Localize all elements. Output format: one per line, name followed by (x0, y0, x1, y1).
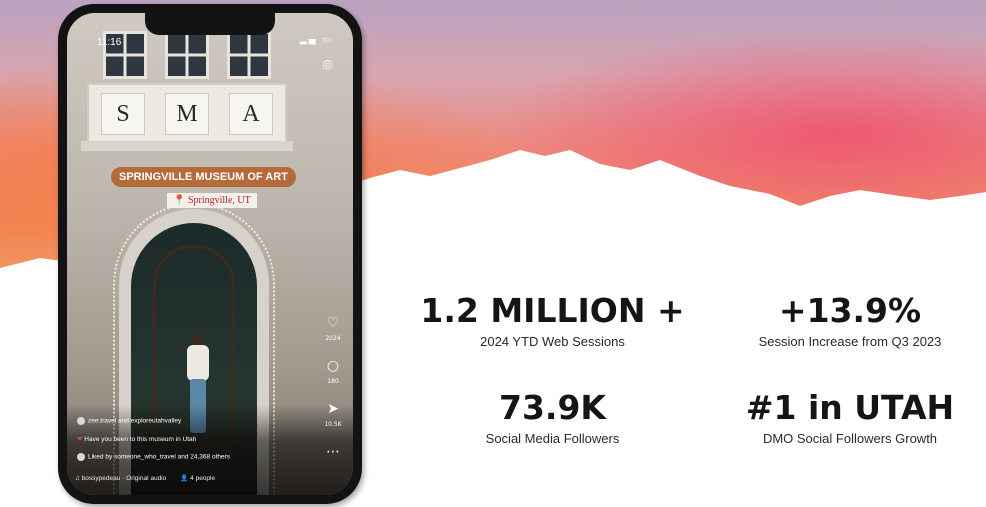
sign-letter: M (165, 93, 209, 135)
museum-sign: S M A (87, 83, 287, 145)
people-tag[interactable]: 👤 4 people (180, 474, 215, 482)
reel-action-icons: ♡ 2024 ○ 180 ➤ 10.5K ⋯ (321, 313, 345, 462)
battery-icon: ▭ (322, 35, 333, 45)
location-text: Springville, UT (187, 195, 251, 206)
stat-value: #1 in UTAH (745, 388, 955, 427)
stat-label: DMO Social Followers Growth (762, 431, 938, 446)
stat-utah-rank: #1 in UTAH DMO Social Followers Growth (725, 389, 975, 447)
stat-value: 1.2 MILLION + (420, 291, 685, 330)
phone-screen: 11:16 ▂▄ ▭ ◎ S M A SPRINGVILLE MUSEUM OF… (67, 13, 353, 495)
building-window (165, 31, 209, 79)
avatar (77, 453, 85, 461)
status-icons: ▂▄ ▭ (300, 35, 333, 45)
caption-comment: ❤ Have you been to this museum in Utah (77, 436, 197, 443)
stat-label: Social Media Followers (485, 431, 620, 446)
stat-web-sessions: 1.2 MILLION + 2024 YTD Web Sessions (400, 292, 705, 350)
more-icon[interactable]: ⋯ (323, 442, 343, 462)
comment-count: 180 (327, 378, 339, 385)
museum-name-tag: SPRINGVILLE MUSEUM OF ART (111, 167, 296, 187)
heart-icon[interactable]: ♡ (323, 313, 343, 333)
phone-notch (145, 13, 275, 35)
location-pin-icon: 📍 (173, 195, 186, 206)
avatar[interactable] (77, 417, 85, 425)
stat-value: +13.9% (778, 291, 922, 330)
stat-value: 73.9K (499, 388, 606, 427)
slide: 11:16 ▂▄ ▭ ◎ S M A SPRINGVILLE MUSEUM OF… (0, 0, 986, 507)
signal-icon: ▂▄ (299, 35, 318, 45)
like-count: 2024 (325, 335, 341, 342)
sign-letter: S (101, 93, 145, 135)
camera-icon[interactable]: ◎ (323, 57, 333, 71)
comment-icon[interactable]: ○ (323, 356, 343, 376)
stat-session-increase: +13.9% Session Increase from Q3 2023 (725, 292, 975, 350)
status-time: 11:16 (97, 37, 122, 48)
share-icon[interactable]: ➤ (323, 399, 343, 419)
share-count: 10.5K (324, 421, 342, 428)
stat-label: Session Increase from Q3 2023 (758, 334, 942, 349)
comment-icon: ❤ (77, 436, 83, 443)
stat-label: 2024 YTD Web Sessions (480, 334, 625, 349)
location-tag: 📍 Springville, UT (167, 193, 257, 208)
caption-liked: Liked by someone_who_travel and 24,368 o… (77, 453, 230, 461)
building-window (227, 31, 271, 79)
phone-mockup: 11:16 ▂▄ ▭ ◎ S M A SPRINGVILLE MUSEUM OF… (58, 4, 362, 504)
caption-user[interactable]: zee.travel and exploreutahvalley (77, 417, 181, 425)
building-cornice (81, 141, 293, 151)
audio-label[interactable]: ♫ bossypedeau · Original audio (75, 475, 166, 482)
reel-bottom-bar: ♫ bossypedeau · Original audio 👤 4 peopl… (75, 471, 345, 485)
stat-social-followers: 73.9K Social Media Followers (400, 389, 705, 447)
sign-letter: A (229, 93, 273, 135)
